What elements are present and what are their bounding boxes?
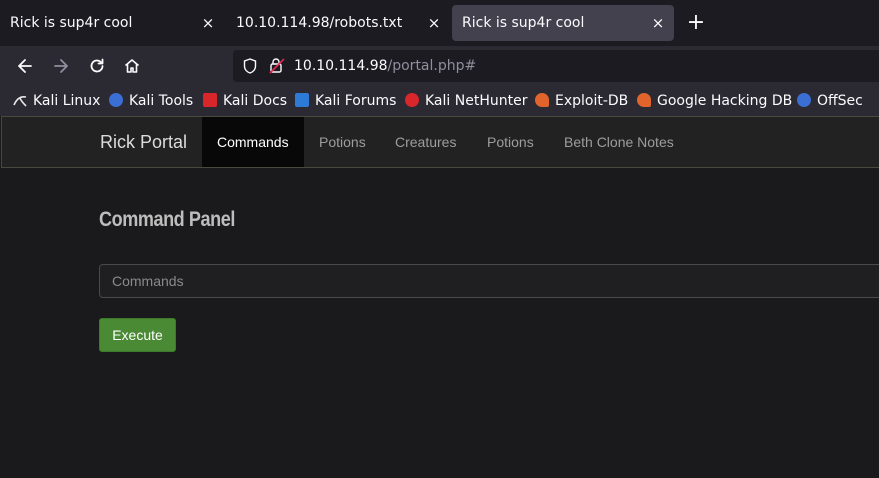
arrow-right-icon <box>54 59 68 73</box>
commands-input[interactable] <box>99 264 879 298</box>
web-page: Rick Portal Commands Potions Creatures P… <box>0 116 879 478</box>
bookmark-label: Kali Tools <box>129 93 194 109</box>
bookmark-google-hacking-db[interactable]: Google Hacking DB <box>637 91 792 111</box>
ghdb-icon <box>637 93 651 107</box>
url-path: /portal.php# <box>387 58 477 74</box>
home-icon <box>124 59 140 73</box>
bookmarks-toolbar: Kali Linux Kali Tools Kali Docs Kali For… <box>0 86 879 116</box>
browser-tab[interactable]: 10.10.114.98/robots.txt × <box>226 5 450 41</box>
execute-button[interactable]: Execute <box>99 318 176 352</box>
site-navbar: Rick Portal Commands Potions Creatures P… <box>1 116 879 168</box>
arrow-left-icon <box>18 59 32 73</box>
bookmark-kali-tools[interactable]: Kali Tools <box>109 91 193 111</box>
bookmark-label: Google Hacking DB <box>657 93 793 109</box>
page-title: Command Panel <box>99 208 235 231</box>
address-bar[interactable]: 10.10.114.98/portal.php# <box>233 50 879 82</box>
kali-forums-icon <box>295 93 309 107</box>
browser-tab[interactable]: Rick is sup4r cool × <box>0 5 224 41</box>
site-brand[interactable]: Rick Portal <box>100 130 187 154</box>
forward-button[interactable] <box>47 52 75 80</box>
close-tab-icon[interactable]: × <box>426 5 442 41</box>
tracking-shield-icon[interactable] <box>243 58 257 74</box>
tab-title: Rick is sup4r cool <box>10 15 133 31</box>
bookmark-exploit-db[interactable]: Exploit-DB <box>535 91 628 111</box>
bookmark-kali-linux[interactable]: Kali Linux <box>13 91 100 111</box>
offsec-icon <box>797 93 811 107</box>
browser-tab-active[interactable]: Rick is sup4r cool × <box>452 5 674 41</box>
nav-beth-clone-notes[interactable]: Beth Clone Notes <box>549 117 689 167</box>
tab-strip: Rick is sup4r cool × 10.10.114.98/robots… <box>0 0 879 46</box>
bookmark-label: Kali Docs <box>223 93 288 109</box>
new-tab-button[interactable]: + <box>684 8 708 38</box>
close-tab-icon[interactable]: × <box>200 5 216 41</box>
bookmark-kali-nethunter[interactable]: Kali NetHunter <box>405 91 527 111</box>
tab-title: 10.10.114.98/robots.txt <box>236 15 403 31</box>
reload-icon <box>90 58 104 73</box>
insecure-lock-icon[interactable] <box>269 57 285 74</box>
bookmark-kali-forums[interactable]: Kali Forums <box>295 91 396 111</box>
close-tab-icon[interactable]: × <box>650 5 666 41</box>
nav-creatures[interactable]: Creatures <box>380 117 471 167</box>
bookmark-offsec[interactable]: OffSec <box>797 91 863 111</box>
bookmark-label: Kali Forums <box>315 93 397 109</box>
nav-potions[interactable]: Potions <box>472 117 549 167</box>
nav-commands[interactable]: Commands <box>202 117 304 167</box>
kali-docs-icon <box>203 93 217 107</box>
url-text[interactable]: 10.10.114.98/portal.php# <box>294 56 476 76</box>
home-button[interactable] <box>118 52 146 80</box>
nav-toolbar: 10.10.114.98/portal.php# <box>0 46 879 86</box>
reload-button[interactable] <box>83 52 111 80</box>
bookmark-label: Kali NetHunter <box>425 93 528 109</box>
exploit-db-icon <box>535 93 549 107</box>
kali-nethunter-icon <box>405 93 419 107</box>
bookmark-label: Exploit-DB <box>555 93 629 109</box>
bookmark-kali-docs[interactable]: Kali Docs <box>203 91 287 111</box>
kali-tools-icon <box>109 93 123 107</box>
back-button[interactable] <box>11 52 39 80</box>
bookmark-label: Kali Linux <box>33 93 101 109</box>
tab-title: Rick is sup4r cool <box>462 15 585 31</box>
bookmark-label: OffSec <box>817 93 863 109</box>
url-host: 10.10.114.98 <box>294 58 388 74</box>
nav-potions[interactable]: Potions <box>304 117 381 167</box>
kali-dragon-icon <box>13 95 27 107</box>
